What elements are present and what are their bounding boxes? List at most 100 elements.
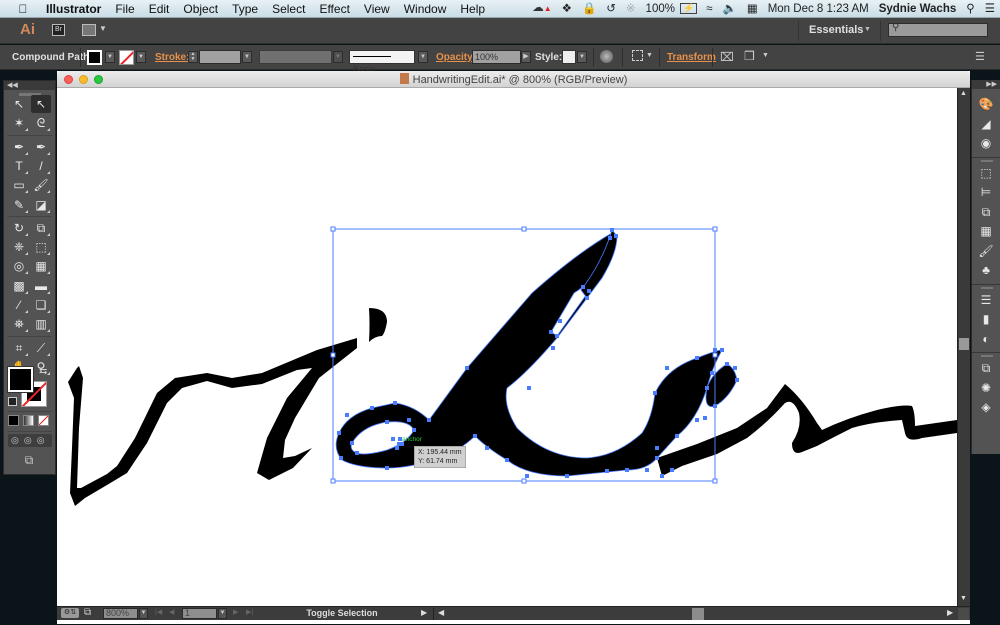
artboard-dropdown[interactable]: ▼ [218, 608, 227, 619]
control-panel-menu-icon[interactable]: ☰ [975, 50, 985, 63]
column-graph-tool[interactable]: ▥ [31, 315, 51, 333]
handle-bottom-left[interactable] [330, 478, 336, 484]
status-menu-arrow-icon[interactable]: ▶ [421, 608, 427, 617]
stroke-dropdown[interactable]: ▼ [136, 51, 146, 63]
anchor-point[interactable] [407, 418, 411, 422]
anchor-point[interactable] [587, 289, 591, 293]
recolor-artwork-icon[interactable] [600, 50, 613, 63]
menu-app-name[interactable]: Illustrator [39, 0, 108, 18]
artboards-panel-icon[interactable]: ⧉ [978, 360, 994, 376]
swap-fill-stroke-icon[interactable]: ⇆ [39, 366, 47, 377]
panel-group-grip[interactable] [981, 286, 993, 289]
gradient-panel-icon[interactable]: ▮ [978, 311, 994, 327]
fill-color-box[interactable] [8, 367, 33, 392]
clock[interactable]: Mon Dec 8 1:23 AM [763, 0, 874, 18]
anchor-point[interactable] [393, 401, 397, 405]
collapse-dock-icon[interactable]: ▶▶ [972, 80, 1000, 89]
paintbrush-tool[interactable]: 🖌 [31, 176, 51, 194]
symbol-sprayer-tool[interactable]: ⛯ [9, 315, 29, 333]
layers-panel-icon[interactable]: ◈ [978, 399, 994, 415]
horizontal-scroll-thumb[interactable] [692, 608, 704, 620]
type-tool[interactable]: T [9, 157, 29, 175]
anchor-point[interactable] [720, 348, 724, 352]
anchor-point[interactable] [665, 366, 669, 370]
anchor-point[interactable] [505, 458, 509, 462]
zoom-dropdown[interactable]: ▼ [139, 608, 148, 619]
anchor-point[interactable] [370, 406, 374, 410]
artwork[interactable] [57, 88, 957, 606]
share-document-icon[interactable]: ⧉ [84, 607, 91, 618]
brushes-panel-icon[interactable]: 🖌 [978, 243, 994, 259]
transform-link[interactable]: Transform [667, 52, 716, 63]
dropbox-icon[interactable]: ❖ [557, 0, 577, 18]
anchor-point[interactable] [555, 334, 559, 338]
anchor-point[interactable] [655, 446, 659, 450]
select-similar-caret-icon[interactable]: ▼ [762, 52, 769, 59]
fill-dropdown[interactable]: ▼ [105, 51, 115, 63]
brush-definition-select[interactable]: Basic [349, 50, 415, 74]
handwriting-stroke-v[interactable] [68, 338, 357, 506]
menu-effect[interactable]: Effect [312, 0, 356, 18]
anchor-point[interactable] [725, 362, 729, 366]
stroke-weight-input[interactable] [199, 50, 241, 64]
stroke-weight-dropdown[interactable]: ▼ [242, 51, 252, 63]
opacity-slider-button[interactable]: ▶ [521, 51, 531, 63]
anchor-point[interactable] [713, 404, 717, 408]
anchor-point[interactable] [525, 474, 529, 478]
anchor-point[interactable] [670, 468, 674, 472]
lock-icon[interactable]: 🔒 [577, 0, 601, 18]
magic-wand-tool[interactable]: ✶ [9, 114, 29, 132]
symbols-panel-icon[interactable]: ♣ [978, 262, 994, 278]
creative-cloud-icon[interactable]: ☁▲ [527, 0, 556, 18]
slice-tool[interactable]: ⟋ [31, 339, 51, 357]
anchor-point[interactable] [695, 356, 699, 360]
anchor-point[interactable] [675, 434, 679, 438]
anchor-point[interactable] [345, 413, 349, 417]
anchor-point[interactable] [653, 391, 657, 395]
menu-select[interactable]: Select [265, 0, 312, 18]
first-artboard-icon[interactable]: |◀ [155, 608, 162, 616]
anchor-point[interactable] [385, 466, 389, 470]
bluetooth-icon[interactable]: ※ [621, 0, 641, 18]
battery-icon[interactable]: ⚡ [679, 3, 698, 14]
menu-window[interactable]: Window [397, 0, 454, 18]
vertical-scrollbar[interactable]: ▲ ▼ [957, 88, 970, 606]
opacity-label-link[interactable]: Opacity: [436, 52, 476, 63]
fill-swatch[interactable] [87, 50, 102, 65]
scroll-left-arrow-icon[interactable]: ◀ [438, 608, 444, 617]
anchor-point[interactable] [465, 366, 469, 370]
handle-top-right[interactable] [712, 226, 718, 232]
arrange-dropdown-caret-icon[interactable]: ▼ [99, 24, 107, 33]
line-tool[interactable]: / [31, 157, 51, 175]
scale-tool[interactable]: ⧉ [31, 219, 51, 237]
graphic-styles-panel-icon[interactable]: ✺ [978, 380, 994, 396]
color-mode-icon[interactable] [8, 415, 19, 426]
user-name[interactable]: Sydnie Wachs [874, 0, 962, 18]
arrange-documents-icon[interactable] [82, 24, 96, 36]
anchor-point[interactable] [337, 431, 341, 435]
anchor-point[interactable] [549, 330, 553, 334]
anchor-point[interactable] [610, 228, 614, 232]
pathfinder-panel-icon[interactable]: ⧉ [978, 204, 994, 220]
previous-artboard-icon[interactable]: ◀ [169, 608, 174, 616]
anchor-point[interactable] [565, 474, 569, 478]
variable-width-profile[interactable] [259, 50, 332, 64]
help-search-input[interactable]: ⚲ [888, 22, 988, 37]
opacity-input[interactable]: 100% [472, 50, 521, 64]
handle-top-center[interactable] [521, 226, 527, 232]
wifi-icon[interactable]: ≈ [701, 0, 717, 18]
rectangle-tool[interactable]: ▭ [9, 176, 29, 194]
isolate-selected-object-icon[interactable]: ⌧ [720, 50, 734, 64]
notification-center-icon[interactable]: ☰ [980, 0, 1000, 18]
eyedropper-tool[interactable]: ⁄ [9, 296, 29, 314]
graphic-style-dropdown[interactable]: ▼ [577, 51, 587, 63]
window-resize-grip[interactable] [958, 608, 969, 620]
free-transform-tool[interactable]: ⬚ [31, 238, 51, 256]
appearance-panel-icon[interactable]: ◉ [978, 135, 994, 151]
artboard-canvas[interactable]: anchor X: 195.44 mm Y: 61.74 mm [57, 88, 957, 606]
warp-tool[interactable]: ❈ [9, 238, 29, 256]
handle-bottom-right[interactable] [712, 478, 718, 484]
stroke-swatch[interactable] [119, 50, 134, 65]
anchor-point[interactable] [735, 378, 739, 382]
anchor-point[interactable] [485, 446, 489, 450]
